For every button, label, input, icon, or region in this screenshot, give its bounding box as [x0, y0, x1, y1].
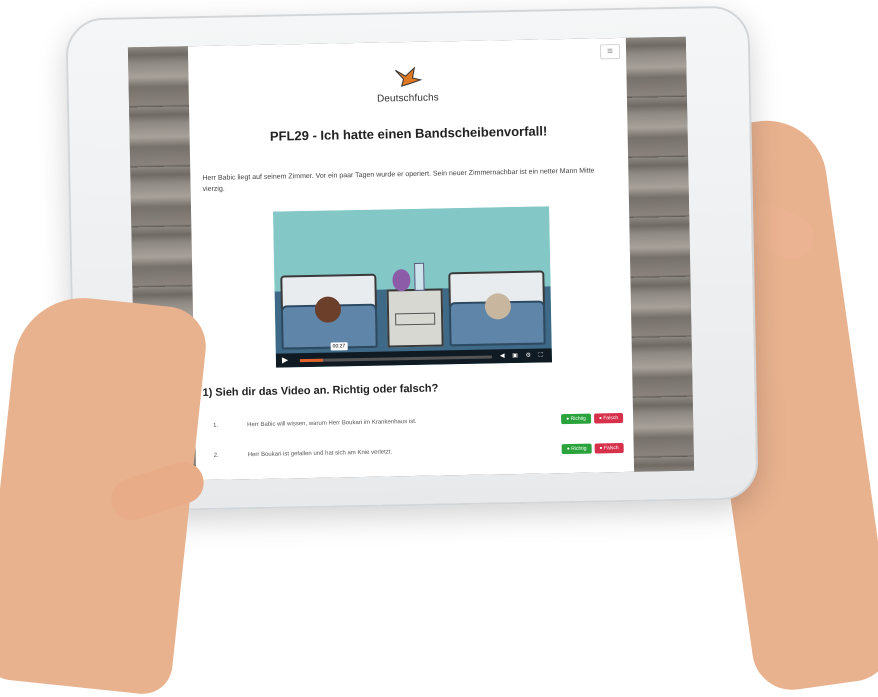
- falsch-button[interactable]: ● Falsch: [593, 412, 624, 424]
- falsch-button[interactable]: ● Falsch: [594, 442, 624, 454]
- tablet-screen: ≡ Deutschfuchs PFL29 - Ich hatte einen B…: [127, 36, 695, 482]
- video-progress-bar[interactable]: [299, 354, 493, 362]
- exercise-row: 2. Herr Boukari ist gefallen und hat sic…: [214, 441, 624, 463]
- exercise-heading: 1) Sieh dir das Video an. Richtig oder f…: [202, 382, 439, 400]
- logo-text: Deutschfuchs: [376, 92, 439, 105]
- item-number: 1.: [213, 422, 219, 429]
- intro-text: Herr Babic liegt auf seinem Zimmer. Vor …: [202, 167, 595, 194]
- item-text: Herr Boukari ist gefallen und hat sich a…: [247, 449, 393, 459]
- video-player[interactable]: 00:27 ▶ ◀ ▣ ⚙ ⛶: [273, 206, 553, 368]
- site-logo[interactable]: Deutschfuchs: [188, 62, 627, 110]
- menu-button[interactable]: ≡: [599, 43, 621, 60]
- item-number: 2.: [213, 452, 219, 459]
- table-drawer: [395, 312, 436, 326]
- video-time-tooltip: 00:27: [330, 342, 348, 351]
- item-text: Herr Babic will wissen, warum Herr Bouka…: [247, 418, 417, 429]
- exercise-row: 1. Herr Babic will wissen, warum Herr Bo…: [213, 411, 624, 433]
- hamburger-icon: ≡: [607, 46, 614, 58]
- richtig-button[interactable]: ● Richtig: [561, 413, 592, 425]
- video-control-icons[interactable]: ◀ ▣ ⚙ ⛶: [500, 351, 546, 360]
- bedside-table: [386, 288, 444, 348]
- video-progress-fill: [299, 358, 323, 362]
- water-bottle: [414, 262, 425, 291]
- fox-logo-icon: [395, 66, 423, 87]
- web-page: ≡ Deutschfuchs PFL29 - Ich hatte einen B…: [187, 37, 635, 481]
- page-title: PFL29 - Ich hatte einen Bandscheibenvorf…: [269, 123, 548, 144]
- play-icon[interactable]: ▶: [282, 355, 292, 365]
- richtig-button[interactable]: ● Richtig: [561, 443, 592, 455]
- wood-background-right: [625, 36, 695, 472]
